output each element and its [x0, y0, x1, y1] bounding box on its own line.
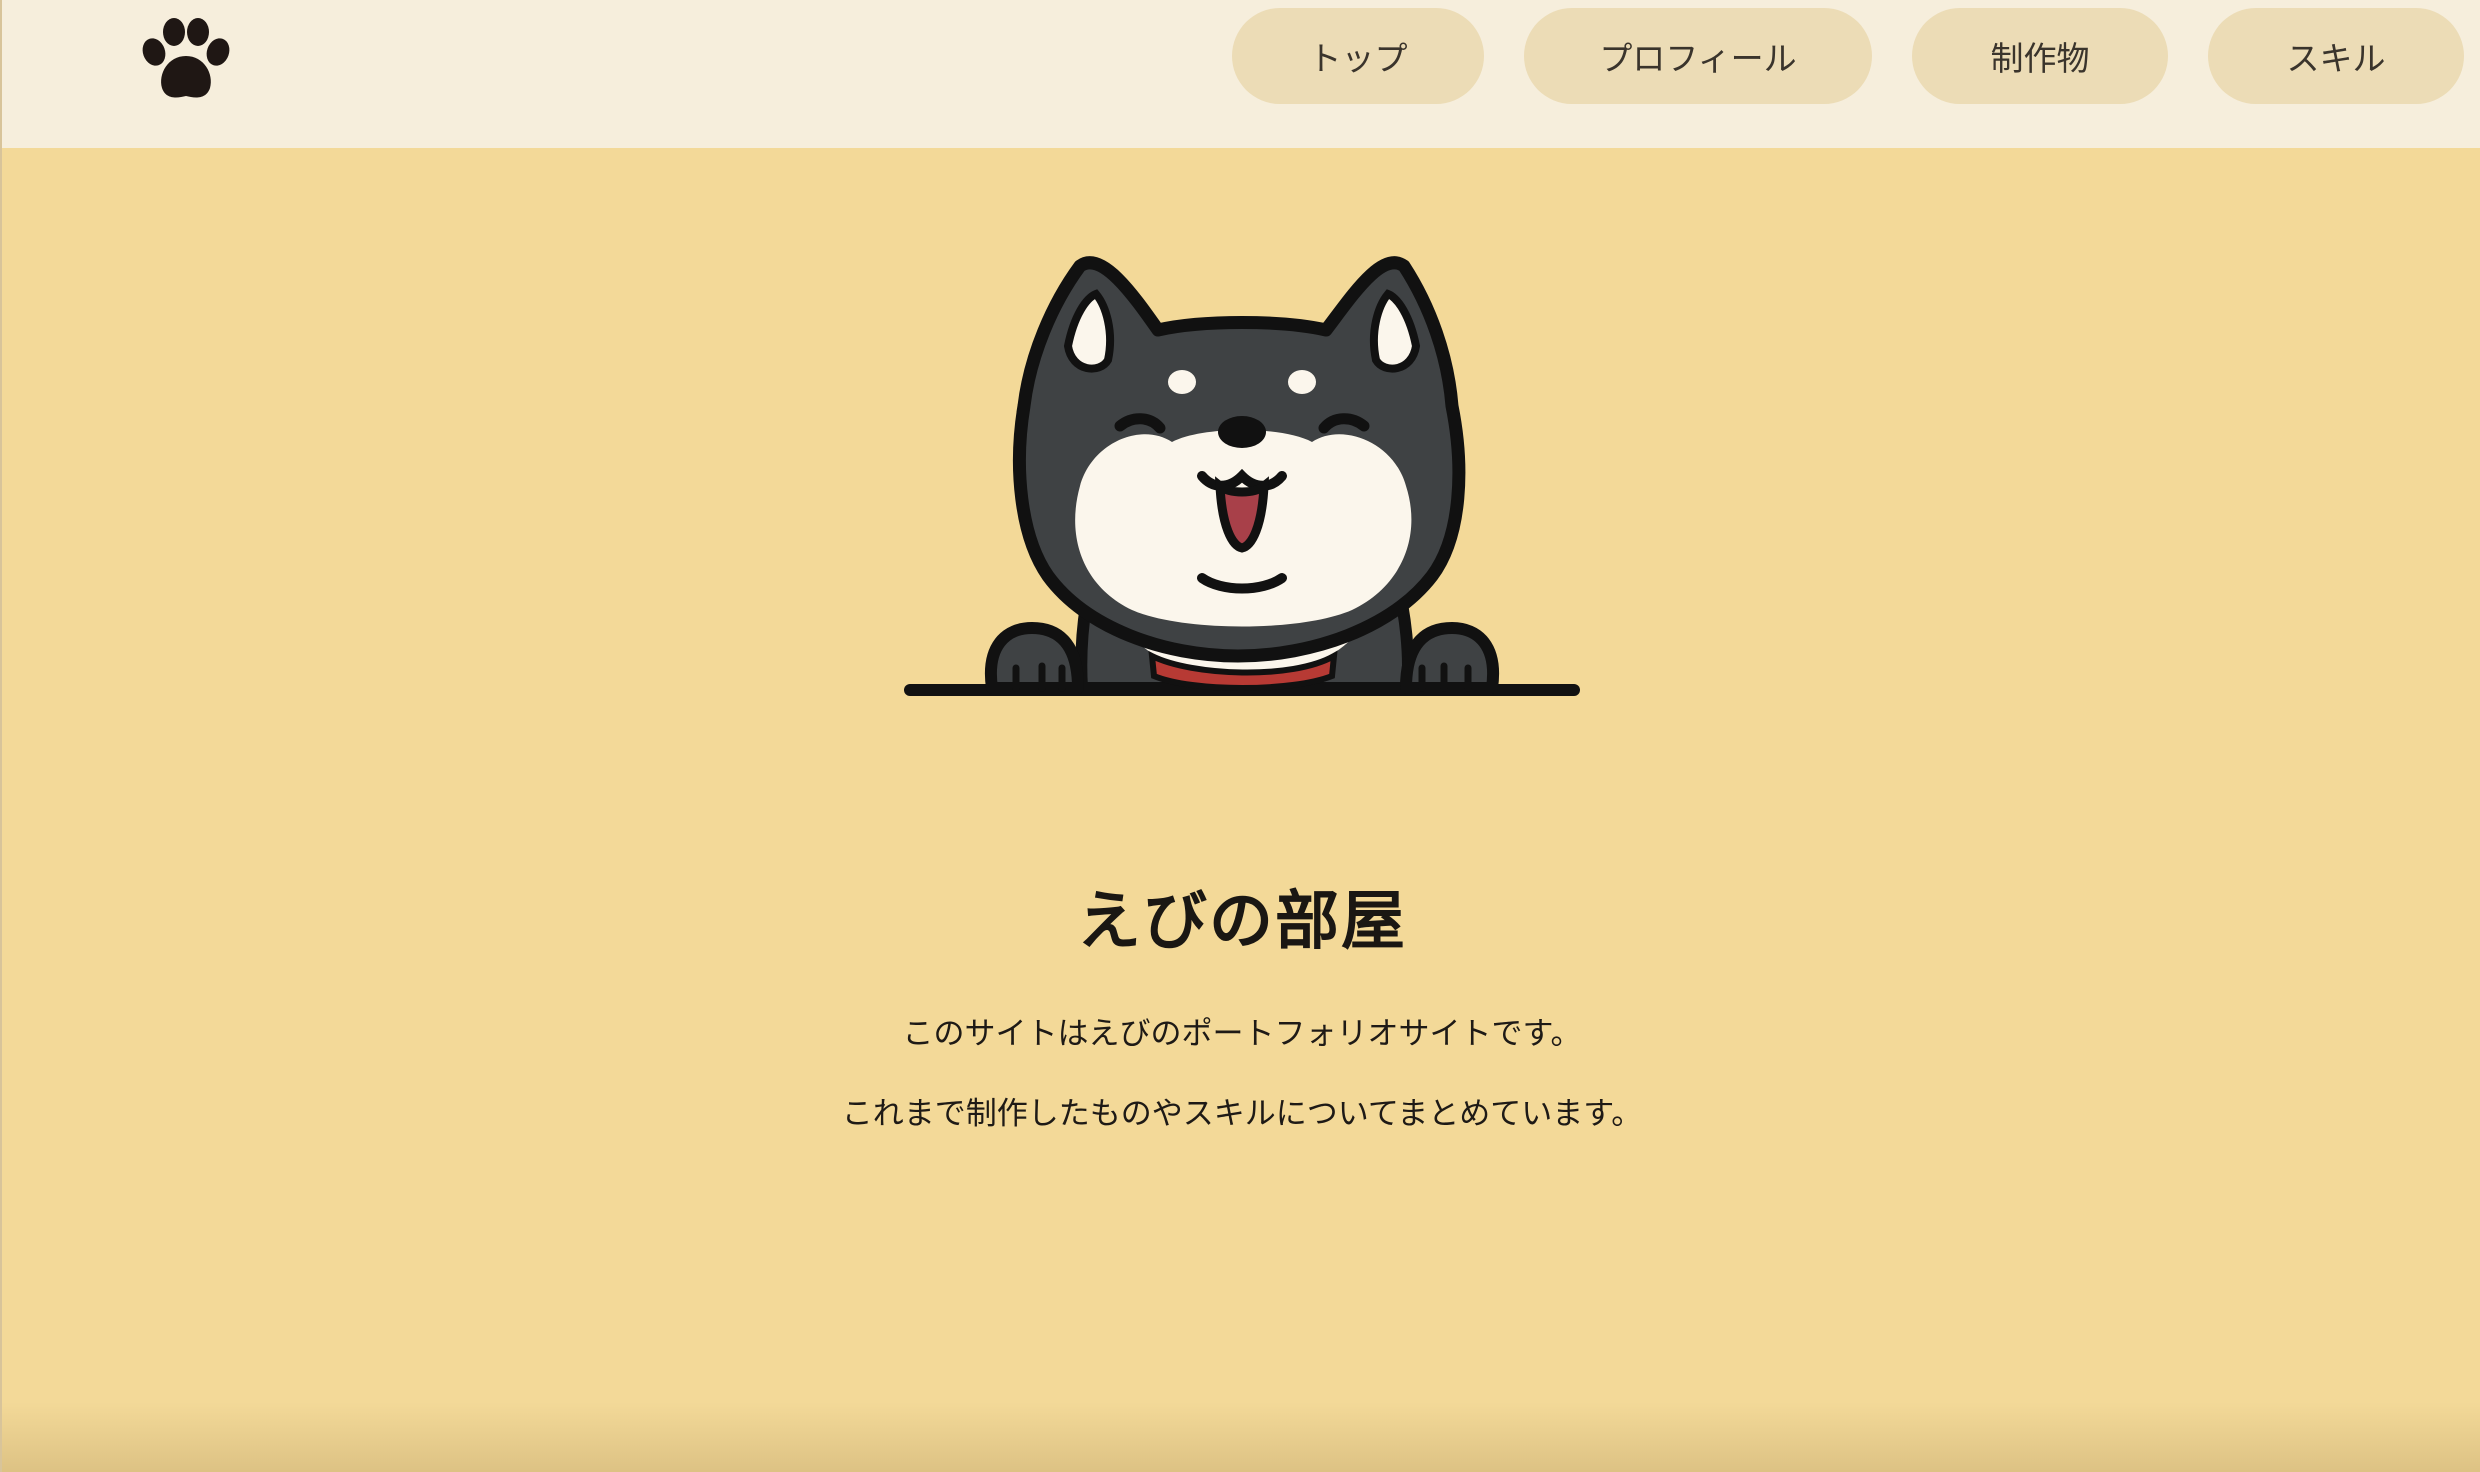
site-header: トップ プロフィール 制作物 スキル — [2, 0, 2480, 148]
main-nav: トップ プロフィール 制作物 スキル — [1232, 8, 2464, 104]
intro-text-2: これまで制作したものやスキルについてまとめています。 — [841, 1096, 1643, 1132]
shiba-dog-icon — [904, 256, 1580, 696]
nav-skill-button[interactable]: スキル — [2208, 8, 2464, 104]
nav-top-button[interactable]: トップ — [1232, 8, 1484, 104]
nav-works-button[interactable]: 制作物 — [1912, 8, 2168, 104]
intro-text-1: このサイトはえびのポートフォリオサイトです。 — [902, 1016, 1582, 1052]
nav-profile-button[interactable]: プロフィール — [1524, 8, 1872, 104]
site-title: えびの部屋 — [1077, 885, 1407, 959]
page: トップ プロフィール 制作物 スキル えびの部屋 このサイトはえびのポートフォリ… — [0, 0, 2480, 1472]
paw-icon[interactable] — [134, 14, 238, 104]
